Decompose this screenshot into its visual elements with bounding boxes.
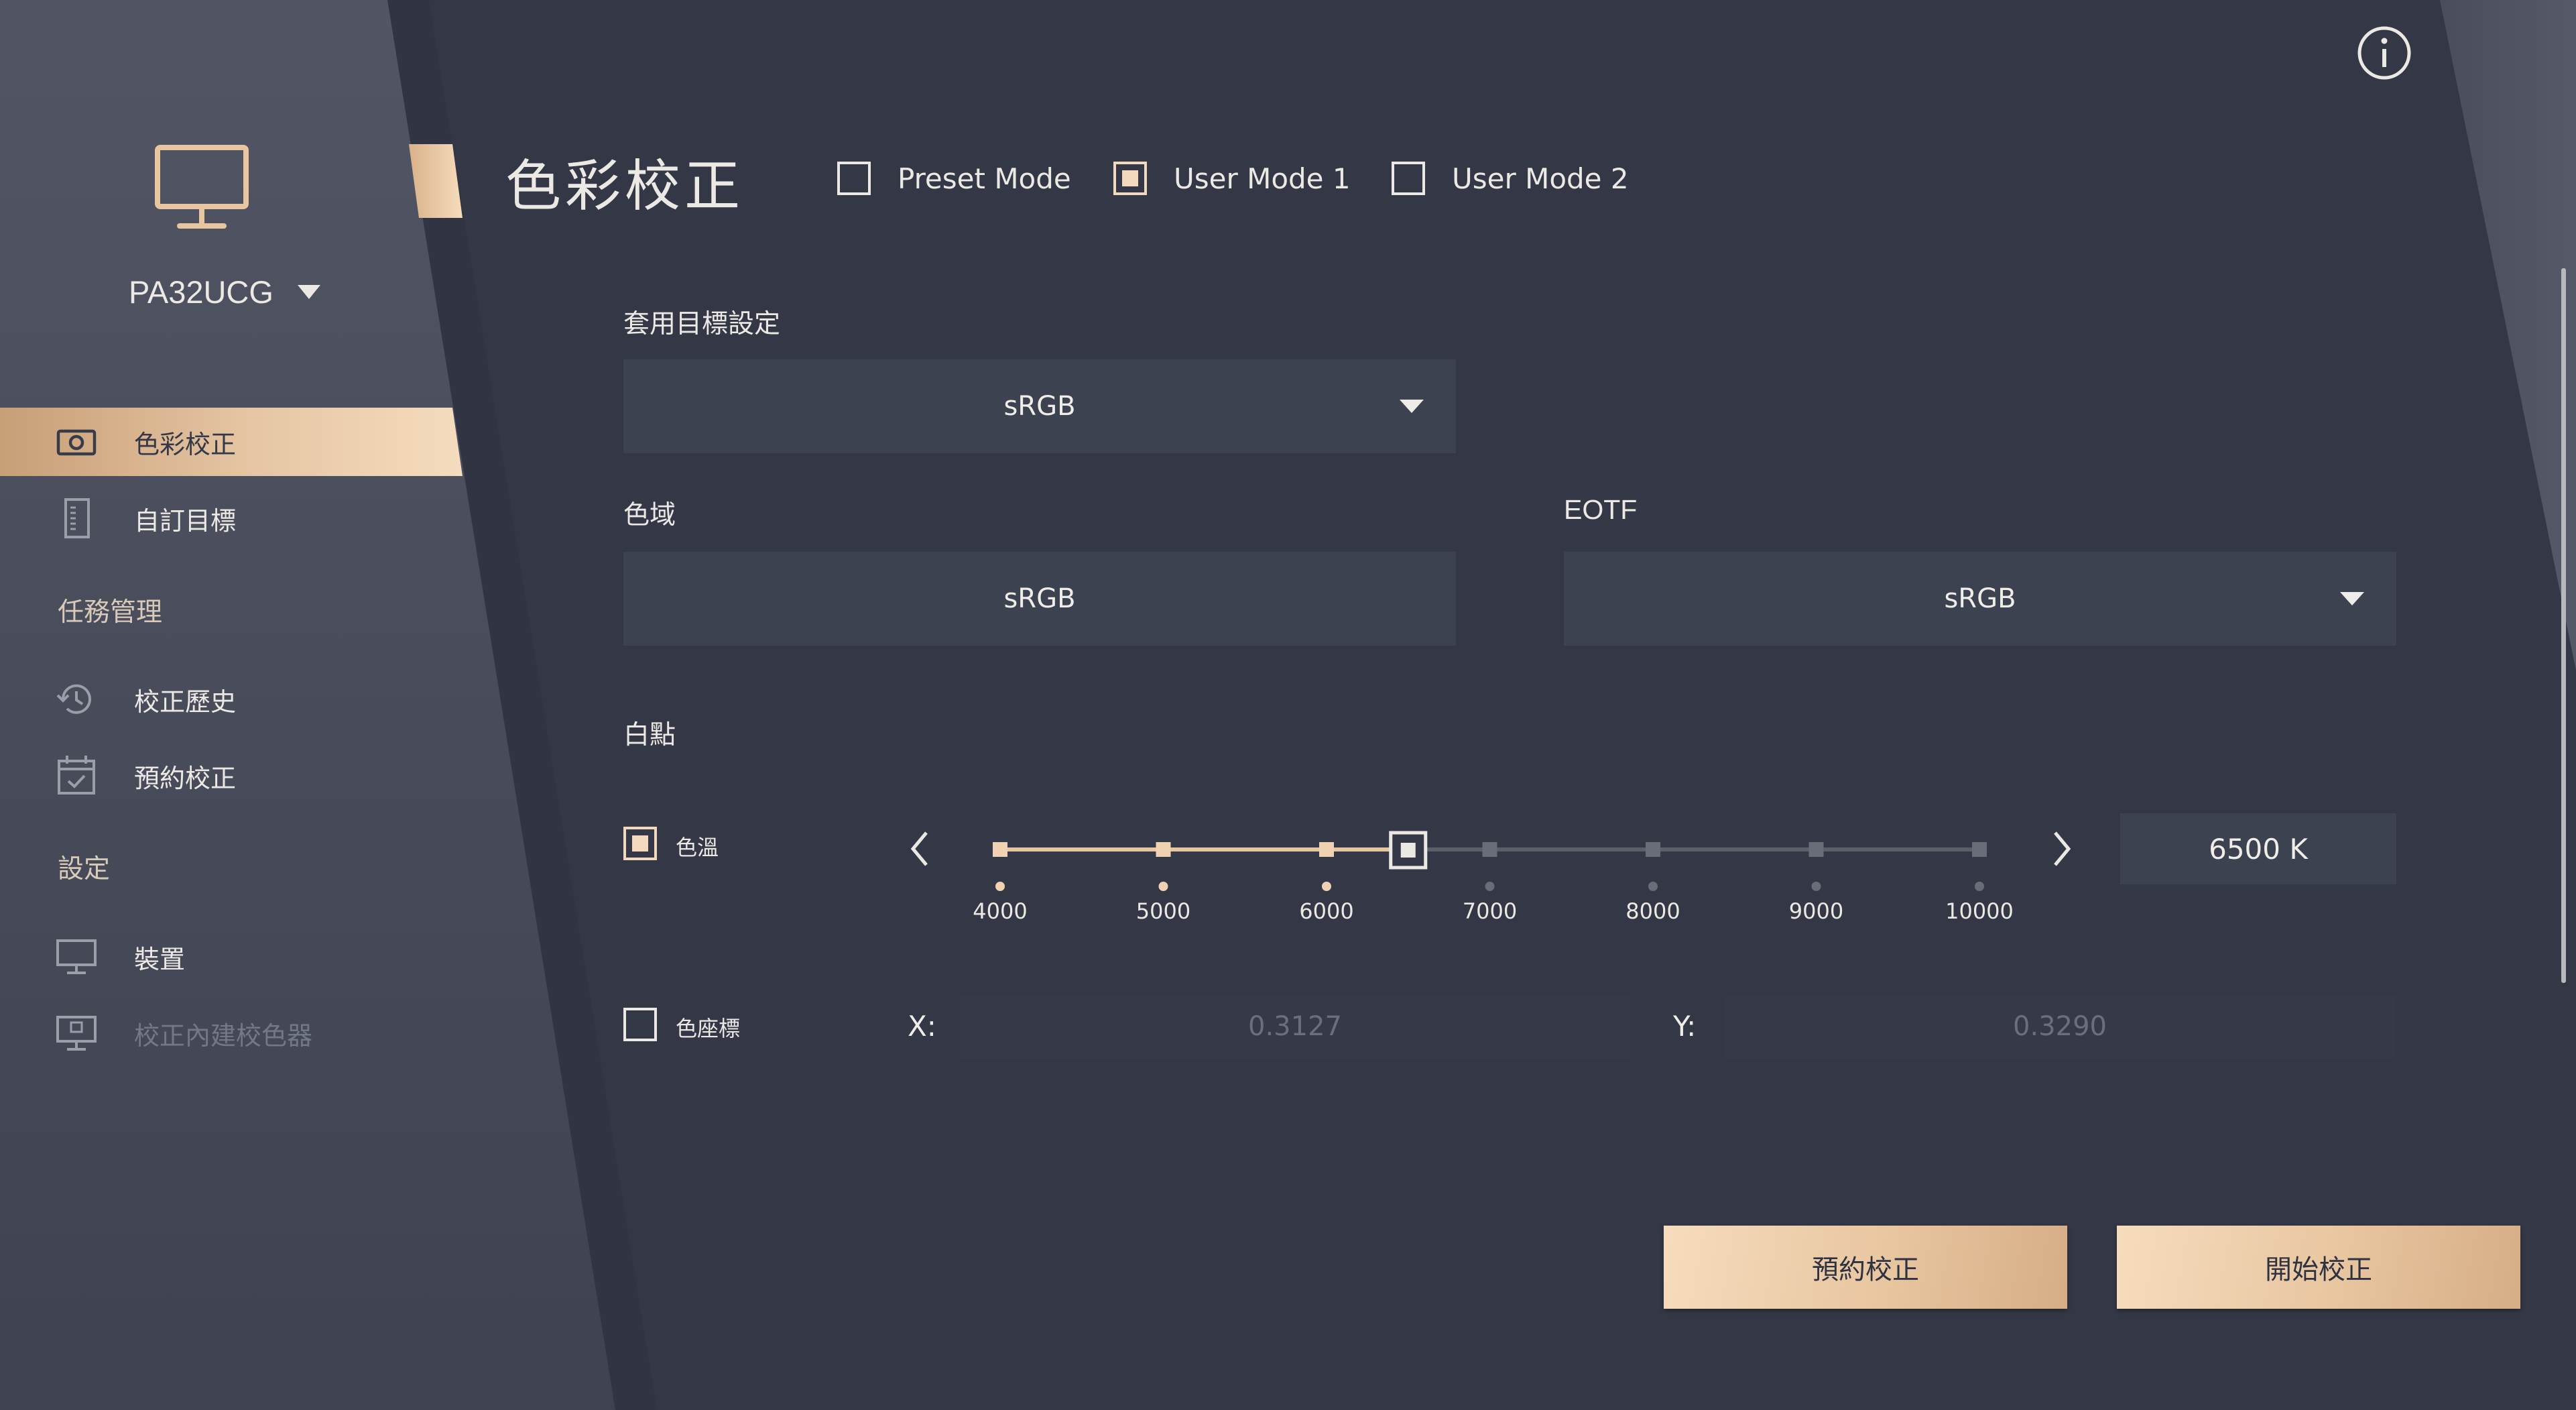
slider-tick-dot bbox=[1485, 882, 1495, 891]
camera-icon bbox=[56, 429, 97, 456]
color-temp-label: 色溫 bbox=[676, 835, 719, 860]
sidebar-item-scheduled-calibration[interactable]: 預約校正 bbox=[0, 742, 375, 810]
background-shapes bbox=[0, 0, 2576, 1410]
slider-tick-dot bbox=[1811, 882, 1821, 891]
color-temp-slider[interactable] bbox=[985, 825, 2018, 898]
sidebar-item-device[interactable]: 裝置 bbox=[0, 923, 375, 991]
eotf-value: sRGB bbox=[1944, 583, 2016, 614]
slider-tick[interactable] bbox=[1646, 842, 1660, 857]
device-selector[interactable]: PA32UCG bbox=[129, 270, 320, 313]
chevron-down-icon bbox=[2340, 592, 2364, 605]
section-title-settings: 設定 bbox=[58, 854, 111, 884]
slider-tick-label: 8000 bbox=[1626, 898, 1680, 924]
info-icon[interactable] bbox=[2355, 24, 2413, 82]
slider-tick[interactable] bbox=[1156, 842, 1171, 857]
monitor-icon bbox=[56, 939, 97, 974]
slider-tick[interactable] bbox=[1482, 842, 1497, 857]
color-coord-checkbox[interactable] bbox=[623, 1008, 657, 1041]
slider-tick-label: 6000 bbox=[1299, 898, 1354, 924]
sidebar-item-calibration-history[interactable]: 校正歷史 bbox=[0, 665, 375, 733]
x-coord-label: X: bbox=[908, 1010, 936, 1043]
user-mode-2-label: User Mode 2 bbox=[1452, 162, 1629, 195]
user-mode-2-option[interactable]: User Mode 2 bbox=[1392, 158, 1629, 198]
slider-tick[interactable] bbox=[1319, 842, 1334, 857]
sidebar-item-label: 校正內建校色器 bbox=[134, 1020, 313, 1051]
sidebar-item-label: 色彩校正 bbox=[134, 429, 237, 459]
target-settings-dropdown[interactable]: sRGB bbox=[623, 359, 1456, 453]
monitor-sensor-icon bbox=[56, 1016, 97, 1051]
chevron-down-icon bbox=[297, 284, 320, 299]
start-calibration-button[interactable]: 開始校正 bbox=[2117, 1226, 2520, 1309]
slider-tick[interactable] bbox=[993, 842, 1007, 857]
target-settings-label: 套用目標設定 bbox=[623, 309, 781, 339]
user-mode-1-label: User Mode 1 bbox=[1174, 162, 1351, 195]
y-coord-input[interactable]: 0.3290 bbox=[1725, 995, 2395, 1058]
slider-tick-dot bbox=[1322, 882, 1331, 891]
eotf-dropdown[interactable]: sRGB bbox=[1564, 552, 2396, 646]
slider-tick-label: 10000 bbox=[1945, 898, 2014, 924]
page-title: 色彩校正 bbox=[505, 154, 744, 219]
gamut-label: 色域 bbox=[623, 500, 676, 530]
calendar-check-icon bbox=[58, 756, 95, 795]
gamut-field: sRGB bbox=[623, 552, 1456, 646]
slider-tick[interactable] bbox=[1808, 842, 1824, 857]
y-coord-value: 0.3290 bbox=[2013, 1011, 2107, 1042]
section-title-task-management: 任務管理 bbox=[58, 597, 163, 628]
x-coord-value: 0.3127 bbox=[1248, 1011, 1342, 1042]
sidebar-item-color-calibration[interactable]: 色彩校正 bbox=[0, 408, 463, 476]
slider-tick-label: 5000 bbox=[1136, 898, 1191, 924]
color-temp-value: 6500 K bbox=[2209, 832, 2308, 866]
user-mode-2-checkbox[interactable] bbox=[1392, 162, 1425, 195]
title-accent-tab bbox=[409, 144, 463, 218]
sidebar-item-label: 裝置 bbox=[134, 944, 186, 974]
preset-mode-option[interactable]: Preset Mode bbox=[837, 158, 1071, 198]
slider-tick[interactable] bbox=[1972, 842, 1987, 857]
monitor-icon bbox=[155, 145, 249, 229]
slider-tick-label: 7000 bbox=[1462, 898, 1518, 924]
schedule-calibration-button[interactable]: 預約校正 bbox=[1664, 1226, 2067, 1309]
chevron-left-icon[interactable] bbox=[904, 829, 937, 869]
chevron-right-icon[interactable] bbox=[2044, 829, 2078, 869]
slider-tick-dot bbox=[1648, 882, 1658, 891]
target-settings-value: sRGB bbox=[1003, 391, 1076, 422]
sidebar-item-label: 自訂目標 bbox=[134, 506, 237, 536]
preset-mode-checkbox[interactable] bbox=[837, 162, 871, 195]
sidebar-item-label: 校正歷史 bbox=[134, 687, 237, 717]
sidebar-item-label: 預約校正 bbox=[134, 763, 237, 793]
history-icon bbox=[56, 684, 91, 714]
user-mode-1-option[interactable]: User Mode 1 bbox=[1113, 158, 1351, 198]
color-temp-slider-thumb[interactable] bbox=[1389, 831, 1428, 870]
slider-tick-dot bbox=[1975, 882, 1984, 891]
x-coord-input[interactable]: 0.3127 bbox=[960, 995, 1630, 1058]
document-icon bbox=[64, 498, 90, 538]
color-coord-label: 色座標 bbox=[676, 1016, 741, 1041]
y-coord-label: Y: bbox=[1673, 1010, 1697, 1043]
chevron-down-icon bbox=[1400, 400, 1424, 413]
eotf-label: EOTF bbox=[1564, 494, 1638, 525]
preset-mode-label: Preset Mode bbox=[898, 162, 1071, 195]
slider-tick-label: 4000 bbox=[973, 898, 1028, 924]
color-temp-value-box[interactable]: 6500 K bbox=[2120, 813, 2396, 884]
sidebar-item-custom-target[interactable]: 自訂目標 bbox=[0, 484, 375, 552]
color-temp-checkbox[interactable] bbox=[623, 827, 657, 860]
gamut-value: sRGB bbox=[1003, 583, 1076, 614]
sidebar-item-builtin-calibrator: 校正內建校色器 bbox=[0, 999, 375, 1067]
slider-tick-dot bbox=[995, 882, 1005, 891]
white-point-label: 白點 bbox=[623, 720, 676, 750]
device-model-name: PA32UCG bbox=[129, 274, 273, 310]
slider-tick-dot bbox=[1158, 882, 1168, 891]
scrollbar[interactable] bbox=[2561, 268, 2566, 983]
slider-tick-label: 9000 bbox=[1788, 898, 1844, 924]
user-mode-1-checkbox[interactable] bbox=[1113, 162, 1147, 195]
